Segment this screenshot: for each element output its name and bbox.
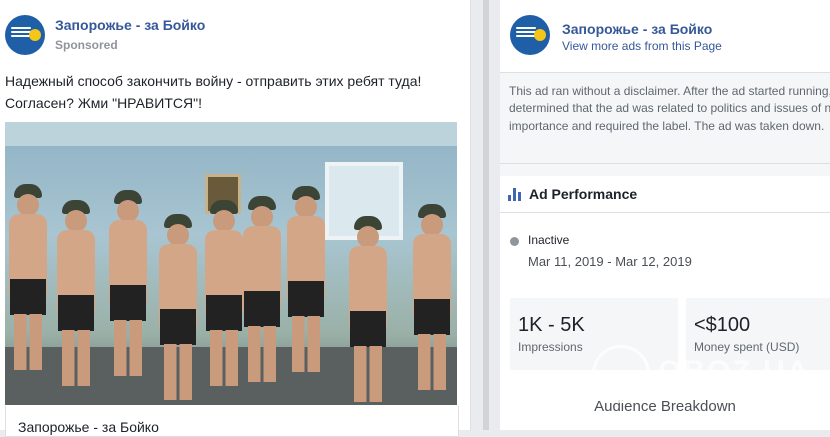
- post-text: Надежный способ закончить войну - отправ…: [5, 70, 455, 114]
- logo-sun-icon: [29, 29, 41, 41]
- disclaimer-text: This ad ran without a disclaimer. After …: [509, 84, 830, 133]
- page-avatar[interactable]: [5, 15, 45, 55]
- impressions-stat: 1K - 5K Impressions: [510, 298, 678, 370]
- sponsored-post-card: Запорожье - за Бойко Sponsored Надежный …: [0, 0, 471, 437]
- post-text-line-1: Надежный способ закончить войну - отправ…: [5, 73, 422, 89]
- ad-performance-header: Ad Performance: [500, 176, 830, 213]
- spend-label: Money spent (USD): [694, 340, 800, 354]
- post-link-footer[interactable]: Запорожье - за Бойко: [5, 406, 459, 437]
- ad-details-panel: Запорожье - за Бойко View more ads from …: [500, 0, 830, 430]
- ad-performance-title: Ad Performance: [529, 186, 638, 202]
- logo-sun-icon: [534, 29, 546, 41]
- bar-chart-icon: [508, 188, 522, 201]
- ad-date-range: Mar 11, 2019 - Mar 12, 2019: [528, 254, 692, 269]
- page-logo-icon: [11, 27, 31, 39]
- photo-ceiling: [5, 122, 457, 146]
- ad-status: Inactive: [528, 233, 570, 247]
- spend-stat: <$100 Money spent (USD): [686, 298, 830, 370]
- post-text-line-2: Согласен? Жми "НРАВИТСЯ"!: [5, 95, 202, 111]
- impressions-label: Impressions: [518, 340, 583, 354]
- disclaimer-notice: This ad ran without a disclaimer. After …: [500, 73, 830, 164]
- post-page-name[interactable]: Запорожье - за Бойко: [55, 17, 205, 33]
- ad-page-name[interactable]: Запорожье - за Бойко: [562, 21, 712, 37]
- ad-details-header: Запорожье - за Бойко View more ads from …: [500, 0, 830, 73]
- ad-page-avatar[interactable]: [510, 15, 550, 55]
- page-logo-icon: [516, 27, 536, 39]
- audience-breakdown-heading: Audience Breakdown: [594, 398, 736, 415]
- ad-performance-card: Ad Performance Inactive Mar 11, 2019 - M…: [500, 176, 830, 430]
- spend-value: <$100: [694, 314, 751, 336]
- footer-page-name: Запорожье - за Бойко: [18, 419, 159, 435]
- scrollbar[interactable]: [483, 0, 489, 430]
- post-photo[interactable]: [5, 122, 457, 405]
- impressions-value: 1K - 5K: [518, 314, 585, 336]
- status-dot-icon: [510, 237, 519, 246]
- view-more-ads-link[interactable]: View more ads from this Page: [562, 39, 722, 53]
- sponsored-label: Sponsored: [55, 38, 118, 52]
